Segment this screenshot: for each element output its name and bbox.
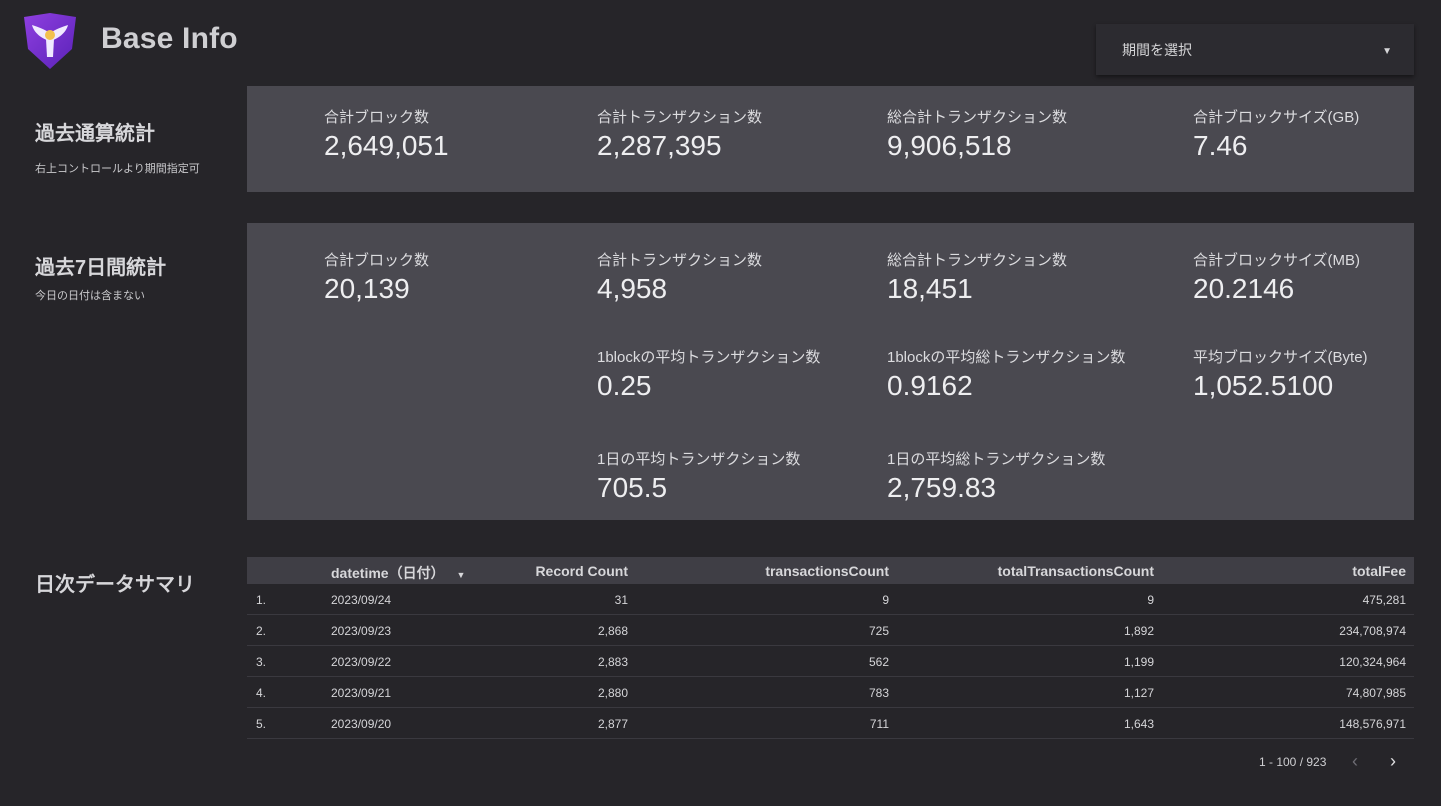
chevron-left-icon[interactable]: ‹ <box>1352 751 1368 771</box>
cell-record-count: 2,880 <box>597 686 628 700</box>
cell-datetime: 2023/09/20 <box>331 717 392 731</box>
metric-7d-total-transactions: 合計トランザクション数 4,958 <box>597 249 762 305</box>
cell-datetime: 2023/09/23 <box>331 624 392 638</box>
cell-transactions-count: 783 <box>868 686 889 700</box>
col-header-total-fee[interactable]: totalFee <box>1352 563 1406 579</box>
table-row: 5. 2023/09/20 2,877 711 1,643 148,576,97… <box>247 708 1414 739</box>
metric-label: 合計ブロックサイズ(GB) <box>1193 109 1360 126</box>
metric-label: 総合計トランザクション数 <box>887 109 1068 126</box>
metric-7d-total-blocks: 合計ブロック数 20,139 <box>324 249 429 305</box>
row-index: 5. <box>256 717 267 731</box>
metric-7d-avg-block-size: 平均ブロックサイズ(Byte) 1,052.5100 <box>1193 346 1368 402</box>
table-row: 2. 2023/09/23 2,868 725 1,892 234,708,97… <box>247 615 1414 646</box>
metric-value: 2,649,051 <box>324 130 449 161</box>
col-header-datetime[interactable]: datetime（日付） ▼ <box>331 563 465 583</box>
metric-label: 1blockの平均トランザクション数 <box>597 349 821 366</box>
cell-total-transactions-count: 1,892 <box>1123 624 1154 638</box>
cell-datetime: 2023/09/21 <box>331 686 392 700</box>
cell-record-count: 2,868 <box>597 624 628 638</box>
metric-value: 20,139 <box>324 273 410 304</box>
metric-label: 平均ブロックサイズ(Byte) <box>1193 349 1368 366</box>
col-header-record-count[interactable]: Record Count <box>535 563 628 579</box>
metric-label: 合計ブロック数 <box>324 252 430 269</box>
metric-label: 合計ブロック数 <box>324 109 430 126</box>
app-title: Base Info <box>101 22 238 55</box>
metric-value: 9,906,518 <box>887 130 1012 161</box>
metric-value: 7.46 <box>1193 130 1248 161</box>
row-index: 4. <box>256 686 267 700</box>
metric-7d-avg-tx-per-day: 1日の平均トランザクション数 705.5 <box>597 448 800 504</box>
metric-value: 18,451 <box>887 273 973 304</box>
cell-record-count: 2,877 <box>597 717 628 731</box>
daily-summary-table: datetime（日付） ▼ Record Count transactions… <box>247 557 1414 749</box>
metric-value: 0.25 <box>597 370 652 401</box>
chevron-right-icon[interactable]: › <box>1390 751 1406 771</box>
metric-value: 2,287,395 <box>597 130 722 161</box>
cell-total-transactions-count: 9 <box>1147 593 1154 607</box>
cell-transactions-count: 725 <box>868 624 889 638</box>
row-index: 1. <box>256 593 267 607</box>
metric-7d-total-block-size: 合計ブロックサイズ(MB) 20.2146 <box>1193 249 1360 305</box>
cell-datetime: 2023/09/24 <box>331 593 392 607</box>
metric-grand-total-transactions: 総合計トランザクション数 9,906,518 <box>887 106 1067 162</box>
metric-value: 0.9162 <box>887 370 973 401</box>
col-header-total-transactions-count[interactable]: totalTransactionsCount <box>998 563 1154 579</box>
metric-value: 705.5 <box>597 472 668 503</box>
cell-total-transactions-count: 1,643 <box>1123 717 1154 731</box>
metric-label: 合計トランザクション数 <box>597 252 763 269</box>
table-header: datetime（日付） ▼ Record Count transactions… <box>247 557 1414 584</box>
cell-datetime: 2023/09/22 <box>331 655 392 669</box>
metric-value: 4,958 <box>597 273 668 304</box>
table-row: 1. 2023/09/24 31 9 9 475,281 <box>247 584 1414 615</box>
cell-total-fee: 234,708,974 <box>1339 624 1406 638</box>
metric-total-transactions: 合計トランザクション数 2,287,395 <box>597 106 762 162</box>
metric-label: 総合計トランザクション数 <box>887 252 1068 269</box>
metric-7d-avg-total-tx-per-block: 1blockの平均総トランザクション数 0.9162 <box>887 346 1125 402</box>
all-time-stats-panel: 合計ブロック数 2,649,051 合計トランザクション数 2,287,395 … <box>247 86 1414 192</box>
metric-label: 1日の平均総トランザクション数 <box>887 451 1106 468</box>
period-select[interactable]: 期間を選択 ▼ <box>1096 24 1414 75</box>
section-title-7days: 過去7日間統計 <box>35 257 167 279</box>
cell-total-transactions-count: 1,199 <box>1123 655 1154 669</box>
cell-total-fee: 74,807,985 <box>1345 686 1406 700</box>
metric-label: 1日の平均トランザクション数 <box>597 451 801 468</box>
metric-7d-grand-total-transactions: 総合計トランザクション数 18,451 <box>887 249 1067 305</box>
pagination-range: 1 - 100 / 923 <box>1259 755 1327 769</box>
row-index: 2. <box>256 624 267 638</box>
cell-transactions-count: 562 <box>868 655 889 669</box>
period-select-label: 期間を選択 <box>1122 41 1192 58</box>
metric-7d-avg-total-tx-per-day: 1日の平均総トランザクション数 2,759.83 <box>887 448 1105 504</box>
metric-label: 1blockの平均総トランザクション数 <box>887 349 1126 366</box>
table-row-clipped <box>247 739 1414 749</box>
chevron-down-icon: ▼ <box>1382 46 1392 57</box>
table-row: 3. 2023/09/22 2,883 562 1,199 120,324,96… <box>247 646 1414 677</box>
cell-total-fee: 475,281 <box>1362 593 1406 607</box>
metric-value: 1,052.5100 <box>1193 370 1334 401</box>
cell-transactions-count: 9 <box>882 593 889 607</box>
metric-7d-avg-tx-per-block: 1blockの平均トランザクション数 0.25 <box>597 346 820 402</box>
cell-total-transactions-count: 1,127 <box>1123 686 1154 700</box>
col-header-transactions-count[interactable]: transactionsCount <box>765 563 889 579</box>
table-row: 4. 2023/09/21 2,880 783 1,127 74,807,985 <box>247 677 1414 708</box>
sort-desc-icon: ▼ <box>456 570 466 580</box>
metric-value: 2,759.83 <box>887 472 996 503</box>
metric-total-block-size: 合計ブロックサイズ(GB) 7.46 <box>1193 106 1359 162</box>
cell-transactions-count: 711 <box>869 717 889 731</box>
base-info-logo <box>24 13 76 69</box>
row-index: 3. <box>256 655 267 669</box>
col-header-label: datetime（日付） <box>331 565 445 581</box>
cell-total-fee: 120,324,964 <box>1339 655 1406 669</box>
metric-total-blocks: 合計ブロック数 2,649,051 <box>324 106 449 162</box>
metric-label: 合計ブロックサイズ(MB) <box>1193 252 1361 269</box>
section-title-daily: 日次データサマリ <box>35 574 195 596</box>
metric-label: 合計トランザクション数 <box>597 109 763 126</box>
metric-value: 20.2146 <box>1193 273 1295 304</box>
section-note-all-time: 右上コントロールより期間指定可 <box>35 163 200 175</box>
cell-record-count: 31 <box>614 593 628 607</box>
section-title-all-time: 過去通算統計 <box>35 123 155 145</box>
cell-total-fee: 148,576,971 <box>1339 717 1406 731</box>
section-note-7days: 今日の日付は含まない <box>35 290 145 302</box>
seven-day-stats-panel: 合計ブロック数 20,139 合計トランザクション数 4,958 総合計トランザ… <box>247 223 1414 520</box>
cell-record-count: 2,883 <box>597 655 628 669</box>
